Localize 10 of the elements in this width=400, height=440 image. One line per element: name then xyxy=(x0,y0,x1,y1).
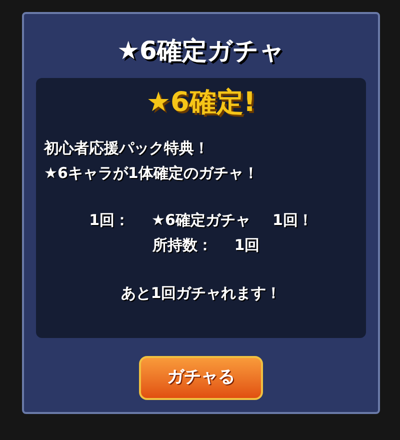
detail-text: 1回： xyxy=(89,210,130,231)
detail-text: 1回 xyxy=(234,235,260,256)
description-text: ★6キャラが1体確定のガチャ！ xyxy=(44,163,260,184)
detail-text: 1回！ xyxy=(272,210,313,231)
description-text: 初心者応援パック特典！ xyxy=(44,138,210,159)
detail-text: 所持数： xyxy=(152,235,212,256)
dialog-title: ★6確定ガチャ xyxy=(117,36,285,66)
detail-text: ★6確定ガチャ xyxy=(152,210,250,231)
gacha-button[interactable]: ガチャる xyxy=(139,356,263,400)
headline: ★6確定! xyxy=(146,86,256,120)
